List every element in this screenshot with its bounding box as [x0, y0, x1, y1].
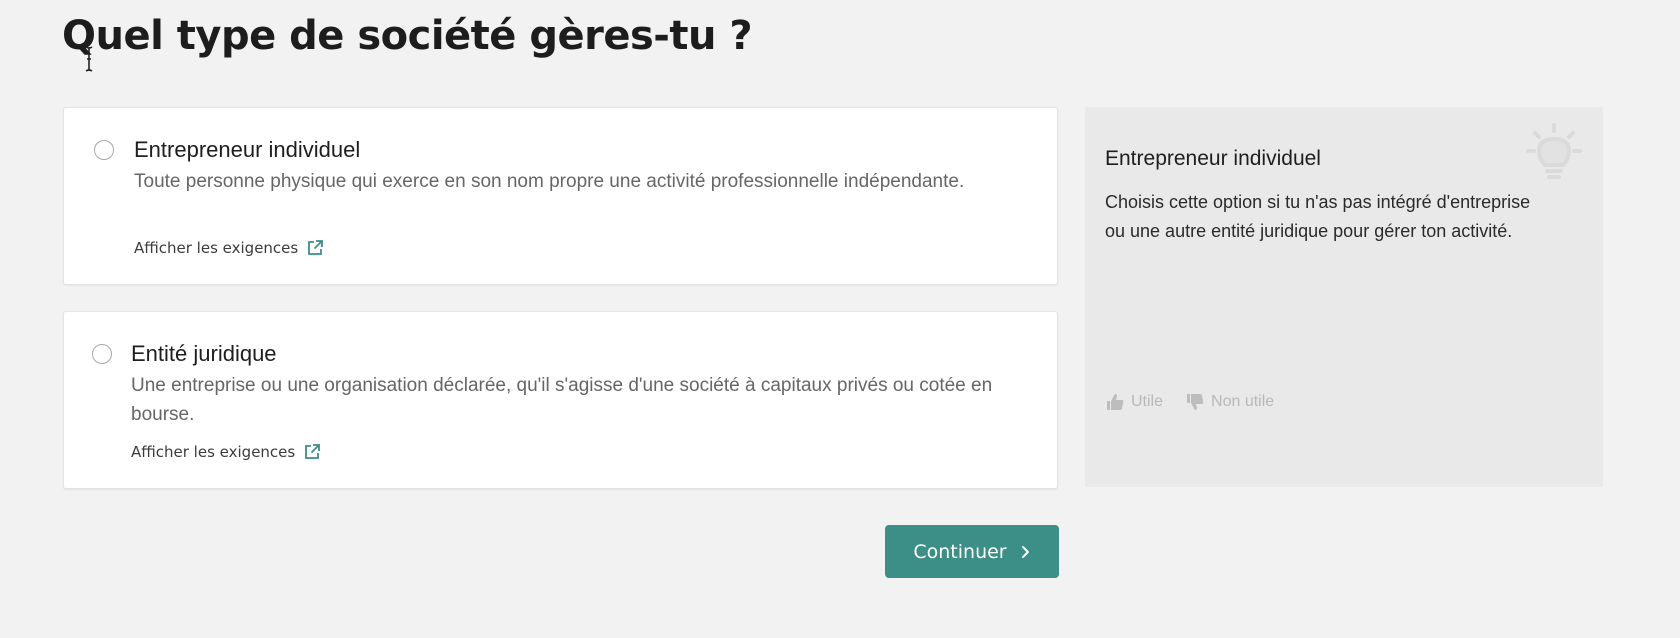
useful-label: Utile: [1131, 393, 1164, 410]
show-requirements-link[interactable]: Afficher les exigences: [134, 239, 324, 257]
option-description: Une entreprise ou une organisation décla…: [131, 375, 993, 425]
info-text: Choisis cette option si tu n'as pas inté…: [1105, 192, 1531, 241]
page-title: Quel type de société gères-tu ?: [62, 13, 753, 59]
lightbulb-icon: [1526, 123, 1582, 179]
thumbs-up-icon: [1107, 394, 1124, 410]
thumbs-down-icon: [1187, 394, 1204, 410]
option-title: Entité juridique: [131, 341, 277, 366]
external-link-icon: [305, 444, 321, 459]
chevron-right-icon: [1021, 545, 1029, 558]
continue-button[interactable]: Continuer: [885, 525, 1059, 578]
feedback-bar: Utile Non utile: [1105, 392, 1274, 412]
link-label: Afficher les exigences: [131, 443, 296, 461]
option-card-legal-entity[interactable]: Entité juridique Une entreprise ou une o…: [63, 311, 1058, 489]
info-title: Entrepreneur individuel: [1105, 147, 1321, 170]
link-label: Afficher les exigences: [134, 239, 299, 257]
option-title: Entrepreneur individuel: [134, 137, 361, 162]
not-useful-label: Non utile: [1211, 393, 1275, 410]
continue-label: Continuer: [913, 540, 1007, 563]
option-description: Toute personne physique qui exerce en so…: [134, 171, 965, 192]
external-link-icon: [308, 240, 324, 255]
not-useful-button[interactable]: Non utile: [1185, 392, 1274, 412]
radio-legal-entity[interactable]: [92, 344, 112, 364]
radio-entrepreneur[interactable]: [94, 140, 114, 160]
show-requirements-link[interactable]: Afficher les exigences: [131, 443, 321, 461]
useful-button[interactable]: Utile: [1105, 392, 1163, 412]
text-cursor-icon: [85, 46, 93, 72]
info-panel: Entrepreneur individuel Choisis cette op…: [1085, 107, 1603, 487]
option-card-entrepreneur[interactable]: Entrepreneur individuel Toute personne p…: [63, 107, 1058, 285]
